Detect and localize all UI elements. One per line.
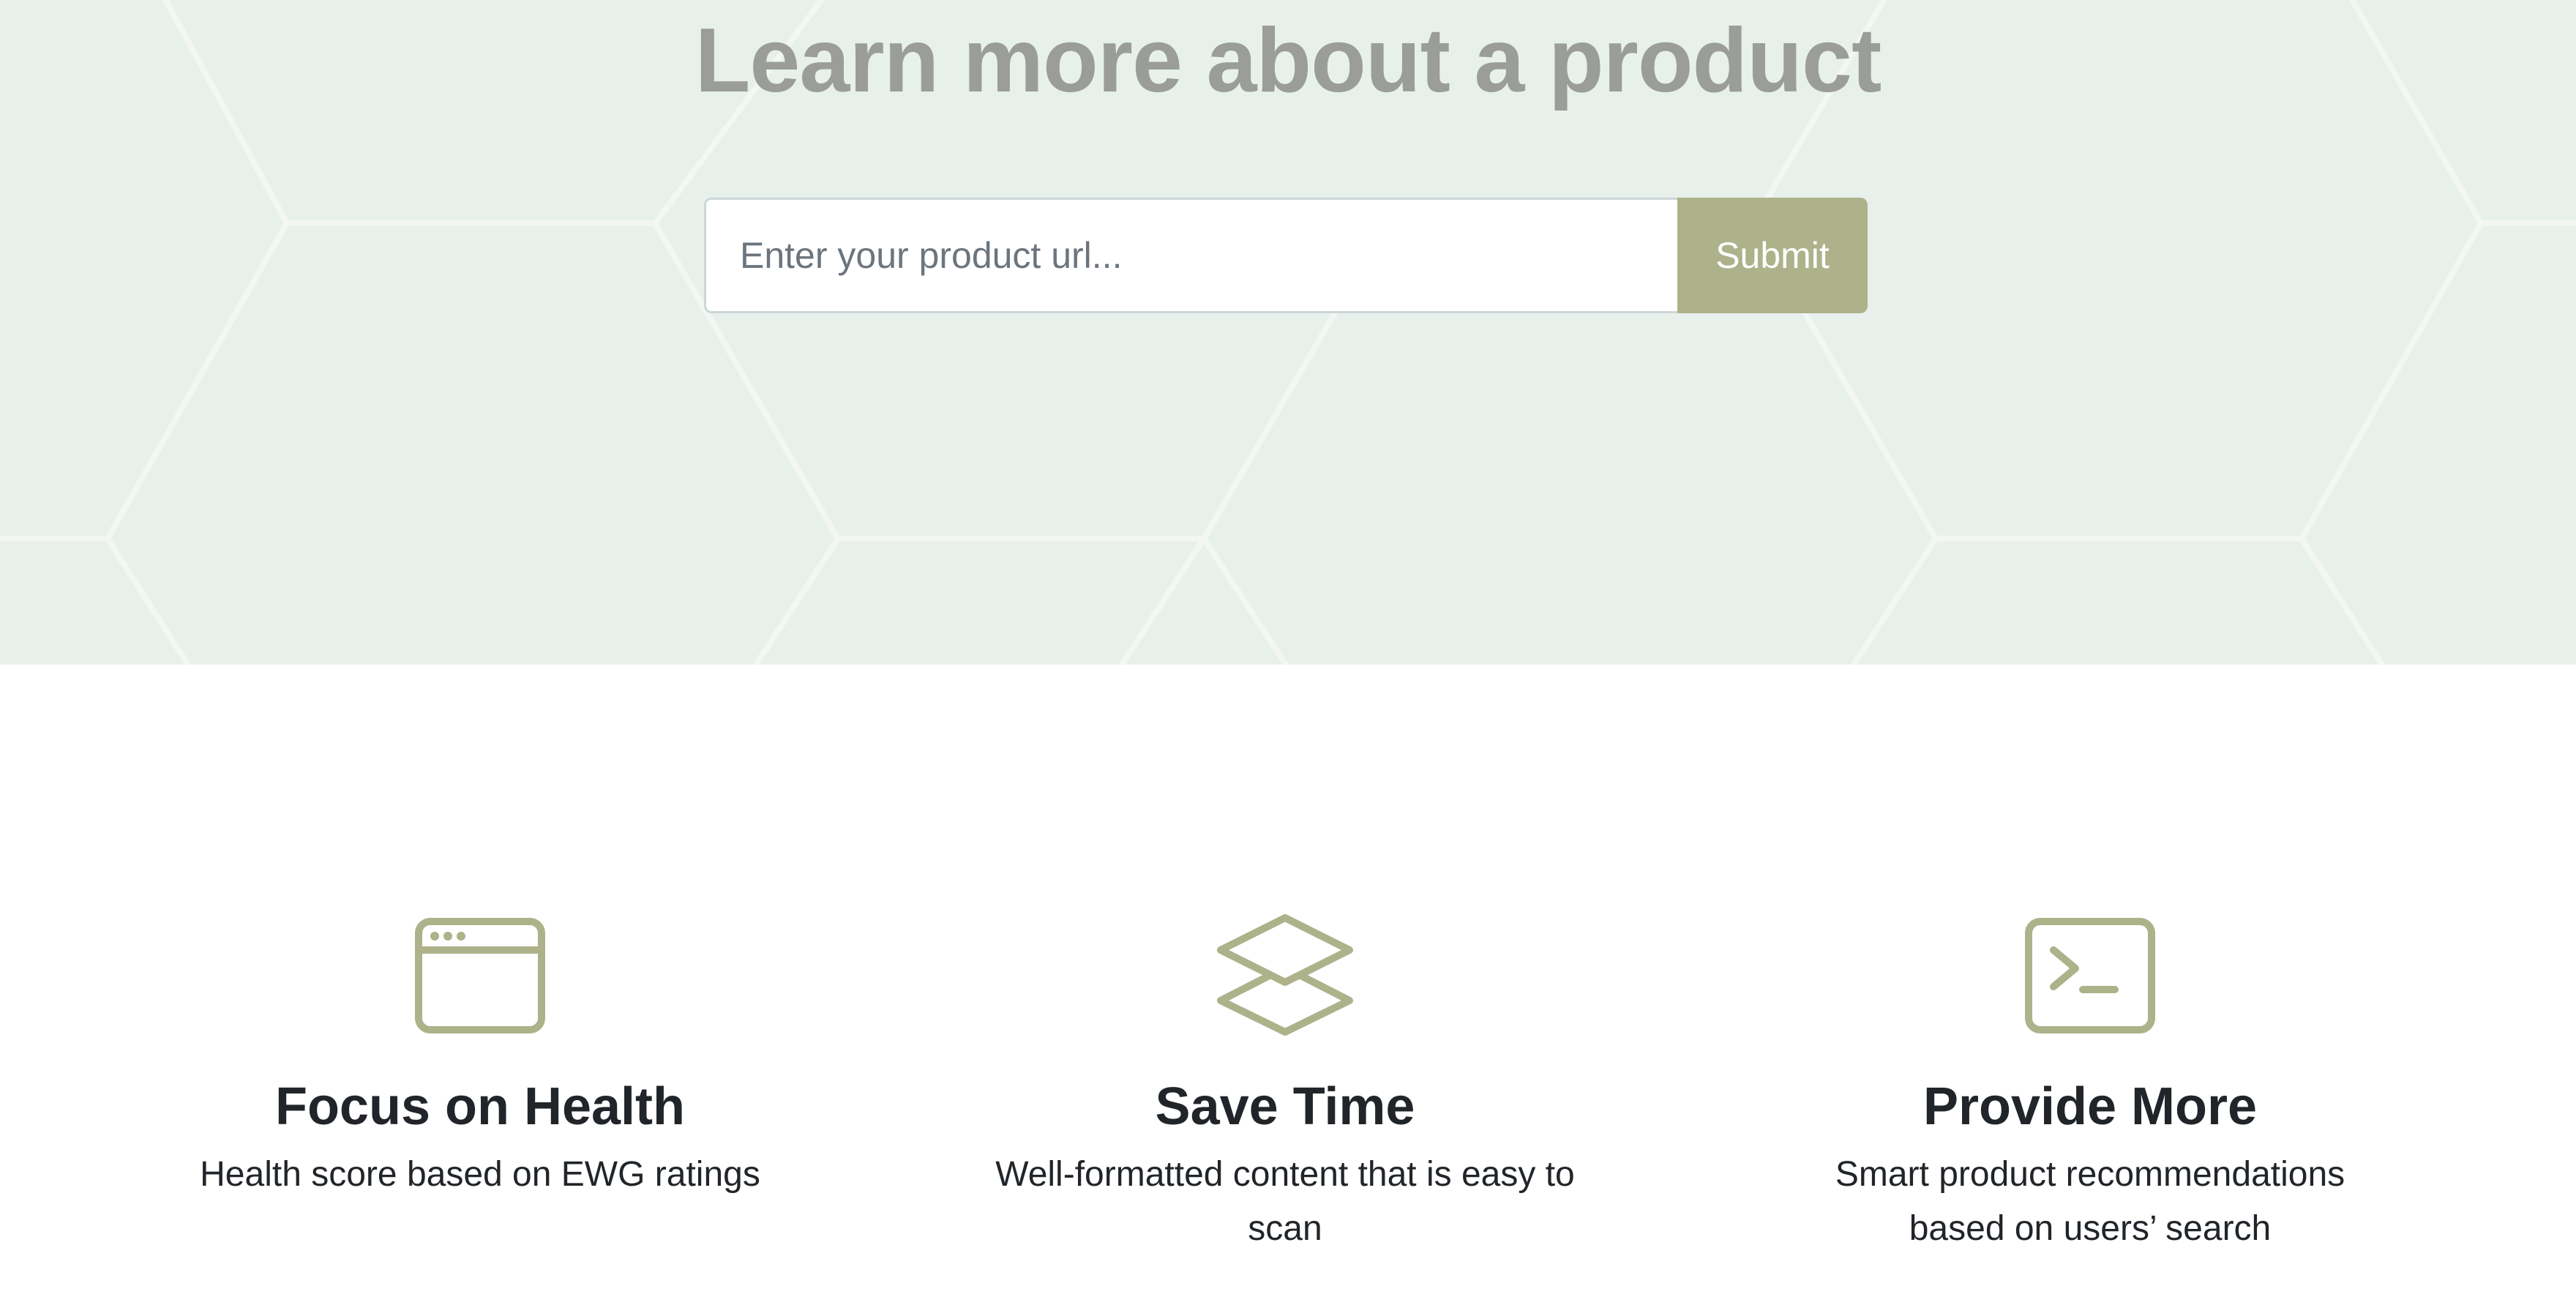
feature-title: Save Time	[1155, 1077, 1415, 1136]
feature-provide-more: Provide More Smart product recommendatio…	[1761, 913, 2419, 1256]
feature-title: Provide More	[1922, 1077, 2258, 1136]
features-section: Focus on Health Health score based on EW…	[0, 665, 2576, 1316]
feature-title: Focus on Health	[274, 1077, 686, 1136]
feature-focus-on-health: Focus on Health Health score based on EW…	[151, 913, 809, 1202]
product-url-input[interactable]	[704, 198, 1677, 313]
submit-button[interactable]: Submit	[1677, 198, 1868, 313]
layers-icon	[1217, 914, 1353, 1036]
page-title: Learn more about a product	[694, 10, 1882, 111]
browser-window-icon	[415, 918, 545, 1033]
hero-section: Learn more about a product Submit	[0, 0, 2576, 665]
product-url-form: Submit	[704, 198, 1868, 313]
feature-description: Well-formatted content that is easy to s…	[995, 1155, 1575, 1248]
feature-save-time: Save Time Well-formatted content that is…	[956, 913, 1614, 1256]
terminal-icon	[2025, 918, 2155, 1033]
feature-description: Smart product recommendations based on u…	[1835, 1155, 2345, 1248]
feature-description: Health score based on EWG ratings	[200, 1155, 760, 1194]
